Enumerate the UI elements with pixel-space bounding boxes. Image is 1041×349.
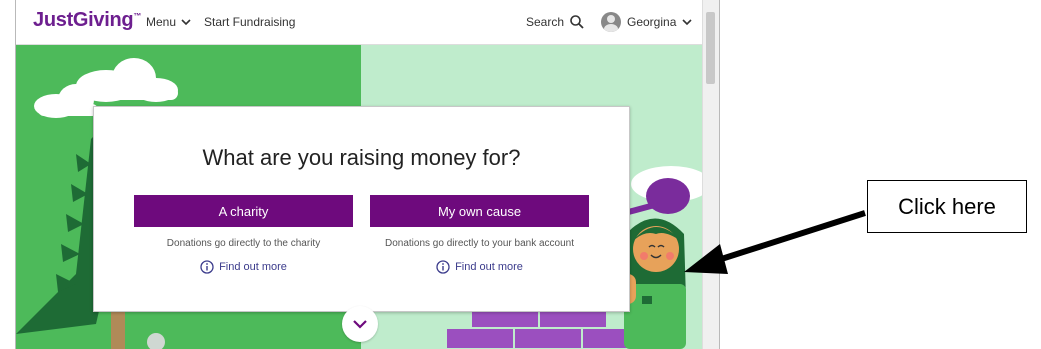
user-menu[interactable]: Georgina xyxy=(601,12,692,32)
info-icon xyxy=(436,260,450,274)
site-header: JustGiving™ Menu Start Fundraising Searc… xyxy=(16,0,702,45)
own-cause-find-out-more-link[interactable]: Find out more xyxy=(370,260,589,274)
chevron-down-icon xyxy=(181,18,191,25)
browser-window: JustGiving™ Menu Start Fundraising Searc… xyxy=(15,0,720,349)
search-button[interactable]: Search xyxy=(526,15,584,29)
find-out-more-label: Find out more xyxy=(455,261,523,273)
start-fundraising-link[interactable]: Start Fundraising xyxy=(204,15,295,29)
user-name: Georgina xyxy=(627,15,677,29)
user-avatar-icon xyxy=(601,12,621,32)
charity-button[interactable]: A charity xyxy=(134,195,353,227)
chevron-down-icon xyxy=(682,18,692,25)
page-scrollbar[interactable] xyxy=(702,0,719,349)
info-icon xyxy=(200,260,214,274)
charity-description: Donations go directly to the charity xyxy=(166,238,321,249)
menu-label: Menu xyxy=(146,15,177,29)
card-heading: What are you raising money for? xyxy=(202,145,521,170)
scrollbar-thumb[interactable] xyxy=(706,12,715,84)
search-label: Search xyxy=(526,15,565,29)
cause-selection-card: What are you raising money for? A charit… xyxy=(93,106,630,312)
scroll-down-icon xyxy=(353,320,367,329)
click-here-callout: Click here xyxy=(867,180,1027,233)
scroll-down-button[interactable] xyxy=(342,306,378,342)
own-cause-button[interactable]: My own cause xyxy=(370,195,589,227)
own-cause-description: Donations go directly to your bank accou… xyxy=(385,238,574,249)
search-icon xyxy=(570,15,584,29)
justgiving-logo[interactable]: JustGiving™ xyxy=(33,9,141,32)
find-out-more-label: Find out more xyxy=(219,261,287,273)
menu-button[interactable]: Menu xyxy=(146,15,191,29)
charity-find-out-more-link[interactable]: Find out more xyxy=(134,260,353,274)
